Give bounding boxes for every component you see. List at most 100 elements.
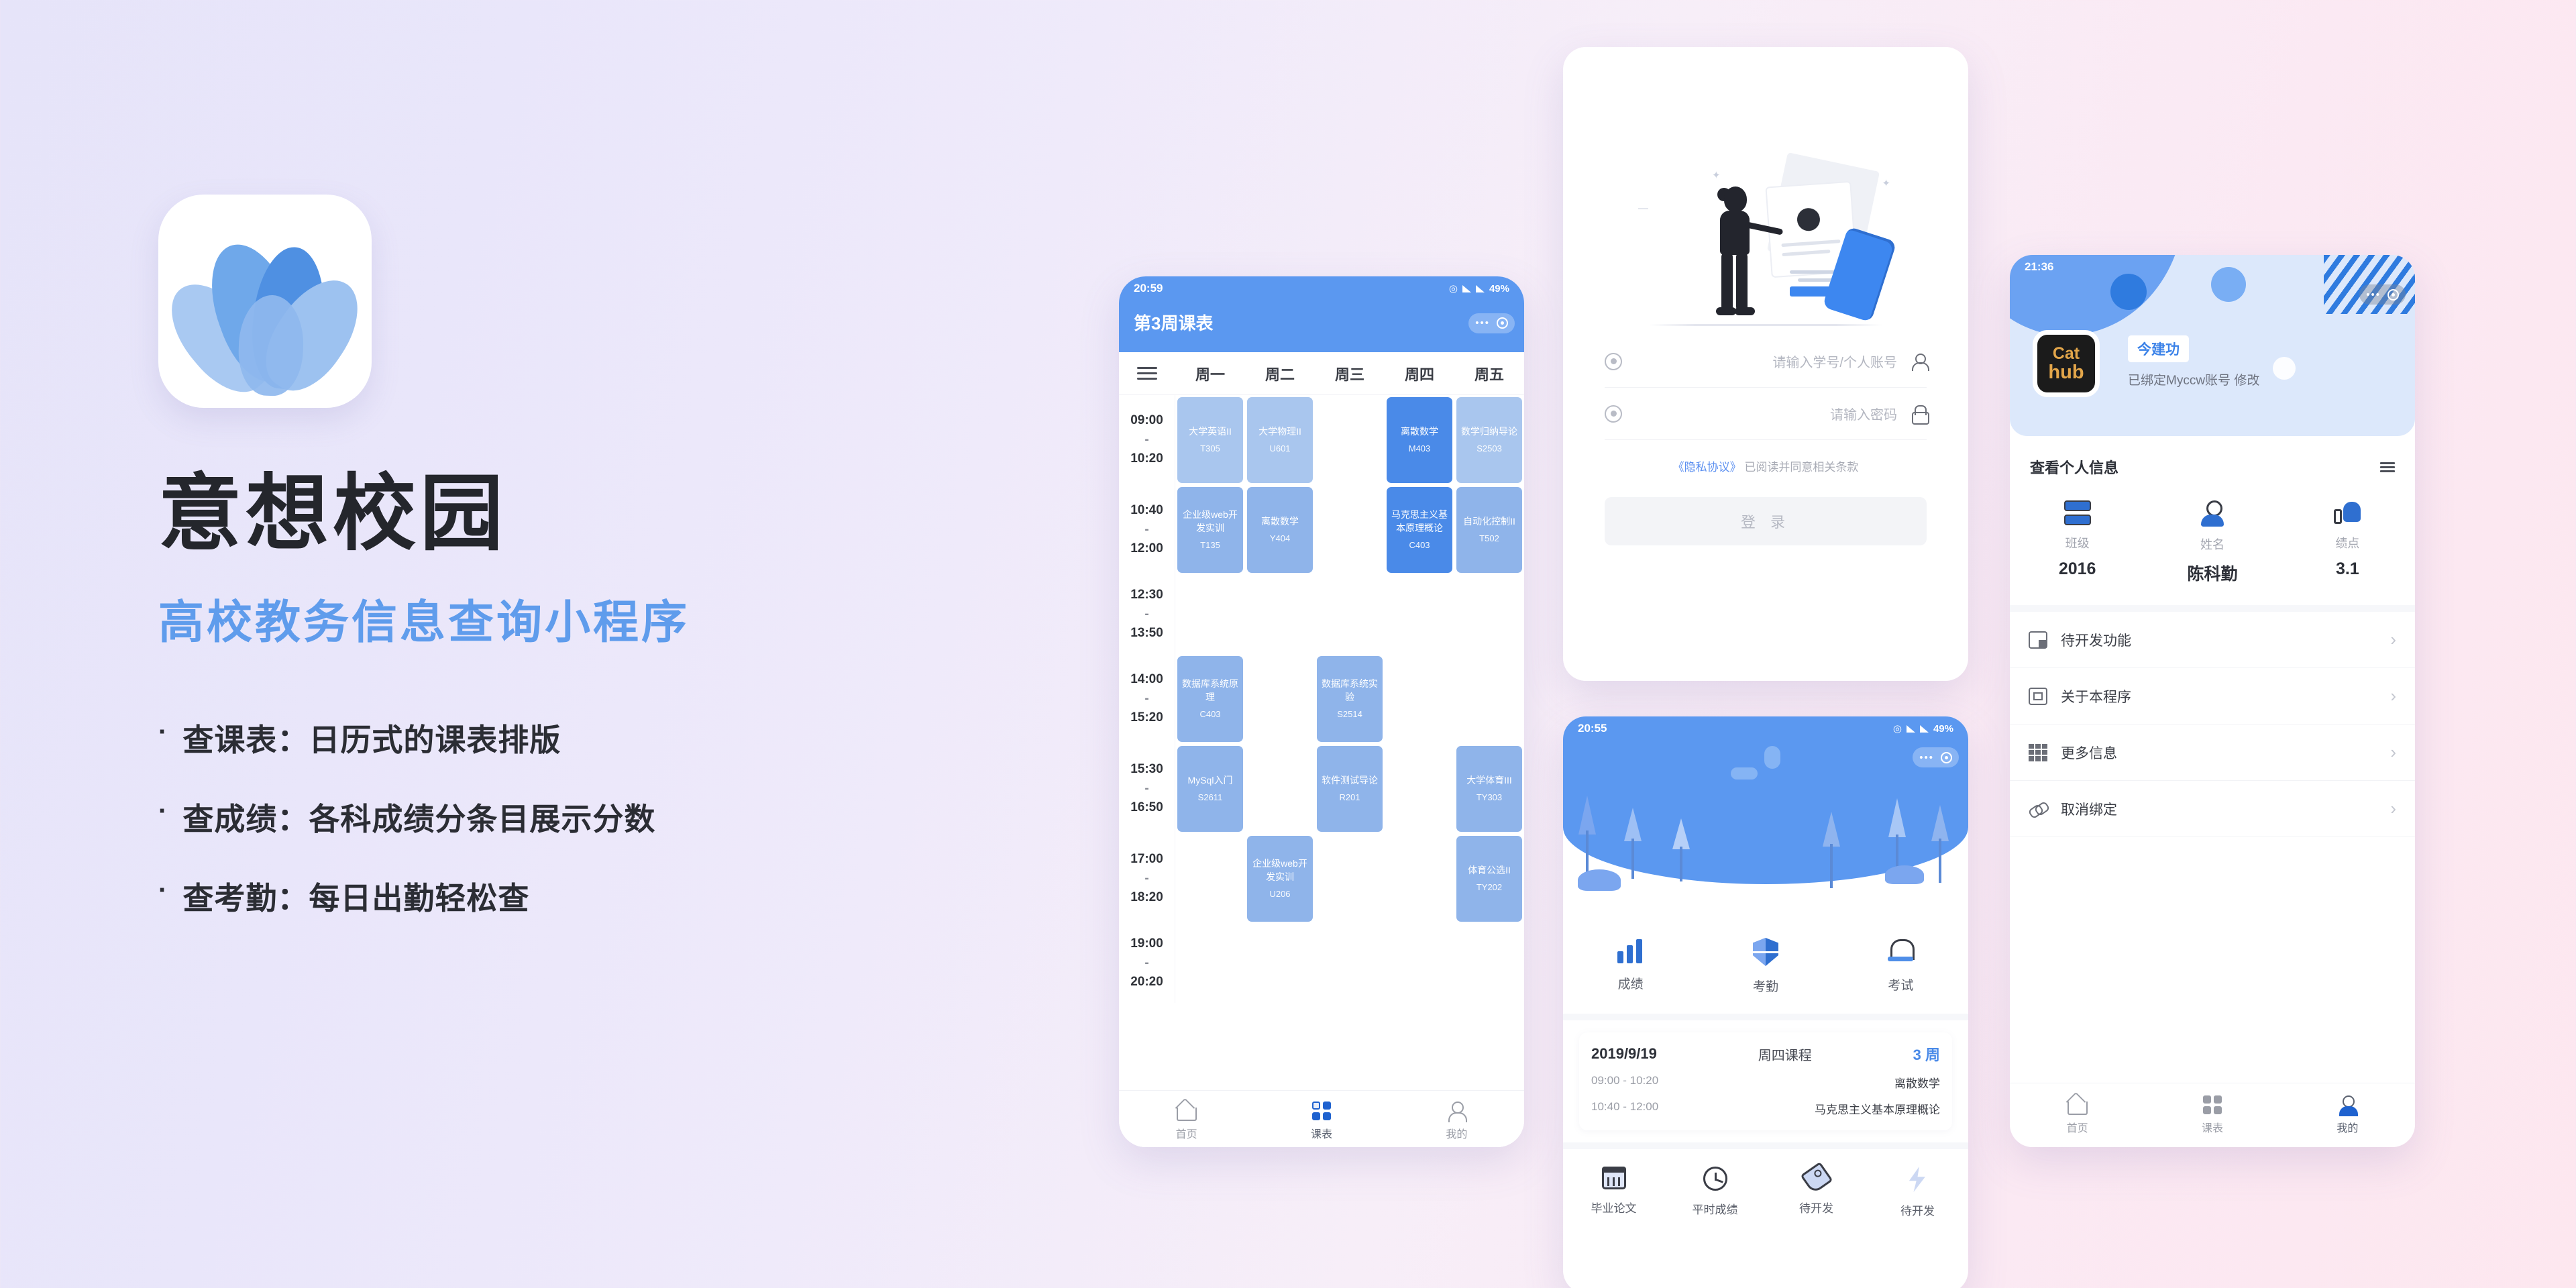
profile-info-header[interactable]: 查看个人信息	[2010, 436, 2415, 478]
username-input[interactable]: 请输入学号/个人账号	[1631, 352, 1897, 371]
course-block[interactable]: 大学英语II T305	[1177, 397, 1243, 483]
course-block[interactable]: 数据库系统原理 C403	[1177, 656, 1243, 742]
close-target-icon[interactable]	[1497, 317, 1508, 329]
course-block[interactable]: 企业级web开发实训 T135	[1177, 487, 1243, 573]
schedule-cell[interactable]	[1315, 395, 1385, 485]
more-icon[interactable]: •••	[1475, 318, 1490, 328]
schedule-cell[interactable]: 离散数学 M403	[1385, 395, 1454, 485]
schedule-cell[interactable]: 数据库系统实验 S2514	[1315, 654, 1385, 744]
schedule-cell[interactable]: 大学体育III TY303	[1454, 744, 1524, 834]
schedule-cell[interactable]	[1385, 924, 1454, 1003]
miniprogram-capsule[interactable]: •••	[1913, 747, 1959, 767]
bound-account-text[interactable]: 已绑定Myccw账号 修改	[2128, 370, 2259, 388]
schedule-cell[interactable]: 自动化控制II T502	[1454, 485, 1524, 575]
miniprogram-capsule[interactable]: •••	[2359, 284, 2406, 305]
password-field[interactable]: 请输入密码	[1605, 388, 1929, 440]
schedule-cell[interactable]	[1454, 654, 1524, 744]
quick-action-thesis[interactable]: 毕业论文	[1563, 1167, 1664, 1218]
schedule-cell[interactable]	[1315, 834, 1385, 924]
weekday-label[interactable]: 周一	[1175, 363, 1245, 384]
schedule-cell[interactable]	[1175, 575, 1245, 654]
schedule-cell[interactable]: 软件测试导论 R201	[1315, 744, 1385, 834]
course-block[interactable]: 离散数学 M403	[1387, 397, 1452, 483]
hamburger-icon[interactable]	[2380, 462, 2395, 472]
schedule-cell[interactable]	[1385, 834, 1454, 924]
schedule-cell[interactable]	[1454, 575, 1524, 654]
feature-attendance[interactable]: 考勤	[1698, 938, 1833, 995]
schedule-cell[interactable]	[1245, 654, 1315, 744]
course-block[interactable]: 软件测试导论 R201	[1317, 746, 1383, 832]
schedule-cell[interactable]	[1385, 575, 1454, 654]
menu-item-about[interactable]: 关于本程序 ›	[2010, 668, 2415, 724]
schedule-cell[interactable]: 企业级web开发实训 T135	[1175, 485, 1245, 575]
course-block[interactable]: 马克思主义基本原理概论 C403	[1387, 487, 1452, 573]
schedule-cell[interactable]: 离散数学 Y404	[1245, 485, 1315, 575]
menu-item-unbind[interactable]: 取消绑定 ›	[2010, 781, 2415, 837]
menu-item-dev-features[interactable]: 待开发功能 ›	[2010, 612, 2415, 668]
hamburger-icon[interactable]	[1119, 367, 1175, 380]
wifi-icon: ◎	[1892, 723, 1902, 735]
schedule-cell[interactable]	[1245, 924, 1315, 1003]
weekday-label[interactable]: 周二	[1245, 363, 1315, 384]
course-block[interactable]: 自动化控制II T502	[1456, 487, 1522, 573]
privacy-policy-link[interactable]: 《隐私协议》	[1673, 461, 1741, 474]
login-illustration: — ✦ ✦	[1563, 47, 1968, 335]
schedule-cell[interactable]	[1245, 744, 1315, 834]
stat-class: 班级 2016	[2010, 500, 2145, 585]
tab-profile[interactable]: 我的	[1389, 1102, 1524, 1141]
schedule-cell[interactable]	[1315, 924, 1385, 1003]
schedule-cell[interactable]: 马克思主义基本原理概论 C403	[1385, 485, 1454, 575]
schedule-cell[interactable]	[1385, 744, 1454, 834]
schedule-cell[interactable]: MySql入门 S2611	[1175, 744, 1245, 834]
weekday-label[interactable]: 周四	[1385, 363, 1454, 384]
schedule-cell[interactable]: 企业级web开发实训 U206	[1245, 834, 1315, 924]
schedule-cell[interactable]: 数学归纳导论 S2503	[1454, 395, 1524, 485]
today-card[interactable]: 2019/9/19 周四课程 3 周 09:00 - 10:20 离散数学 10…	[1579, 1032, 1952, 1130]
avatar[interactable]: Cat hub	[2033, 330, 2100, 397]
tab-profile[interactable]: 我的	[2280, 1095, 2415, 1135]
weekday-label[interactable]: 周三	[1315, 363, 1385, 384]
course-block[interactable]: 大学物理II U601	[1247, 397, 1313, 483]
close-target-icon[interactable]	[1941, 751, 1952, 763]
username-field[interactable]: 请输入学号/个人账号	[1605, 335, 1929, 388]
schedule-cell[interactable]	[1245, 575, 1315, 654]
close-target-icon[interactable]	[2387, 288, 2399, 301]
course-block[interactable]: MySql入门 S2611	[1177, 746, 1243, 832]
sidebar-item-home[interactable]: 首页	[1119, 1102, 1254, 1141]
weekday-label[interactable]: 周五	[1454, 363, 1524, 384]
feature-grades[interactable]: 成绩	[1563, 938, 1698, 995]
password-input[interactable]: 请输入密码	[1631, 404, 1897, 423]
course-block[interactable]: 离散数学 Y404	[1247, 487, 1313, 573]
login-button[interactable]: 登 录	[1605, 497, 1927, 545]
tab-home[interactable]: 首页	[2010, 1095, 2145, 1135]
schedule-cell[interactable]: 大学英语II T305	[1175, 395, 1245, 485]
feature-exam[interactable]: 考试	[1833, 938, 1968, 995]
schedule-cell[interactable]: 大学物理II U601	[1245, 395, 1315, 485]
quick-action-placeholder-2[interactable]: 待开发	[1867, 1167, 1968, 1218]
course-block[interactable]: 数据库系统实验 S2514	[1317, 656, 1383, 742]
stat-value: 3.1	[2335, 559, 2359, 578]
miniprogram-capsule[interactable]: •••	[1468, 313, 1515, 333]
schedule-cell[interactable]	[1175, 834, 1245, 924]
course-block[interactable]: 体育公选II TY202	[1456, 836, 1522, 922]
schedule-cell[interactable]	[1175, 924, 1245, 1003]
course-block[interactable]: 企业级web开发实训 U206	[1247, 836, 1313, 922]
course-block[interactable]: 大学体育III TY303	[1456, 746, 1522, 832]
schedule-cell[interactable]	[1315, 575, 1385, 654]
course-name: 软件测试导论	[1322, 774, 1378, 786]
schedule-cell[interactable]	[1385, 654, 1454, 744]
quick-action-placeholder-1[interactable]: 待开发	[1766, 1161, 1867, 1218]
more-icon[interactable]: •••	[1919, 753, 1934, 763]
bottom-tab-bar: 首页 课表 我的	[2010, 1083, 2415, 1147]
tab-schedule[interactable]: 课表	[1254, 1102, 1389, 1141]
schedule-cell[interactable]	[1315, 485, 1385, 575]
menu-item-more-info[interactable]: 更多信息 ›	[2010, 724, 2415, 781]
schedule-cell[interactable]: 数据库系统原理 C403	[1175, 654, 1245, 744]
schedule-cell[interactable]: 体育公选II TY202	[1454, 834, 1524, 924]
schedule-cell[interactable]	[1454, 924, 1524, 1003]
course-block[interactable]: 数学归纳导论 S2503	[1456, 397, 1522, 483]
quick-action-daily-score[interactable]: 平时成绩	[1664, 1167, 1766, 1218]
page-title: 意想校园	[158, 468, 508, 560]
tab-schedule[interactable]: 课表	[2145, 1095, 2279, 1135]
more-icon[interactable]: •••	[2366, 290, 2381, 300]
